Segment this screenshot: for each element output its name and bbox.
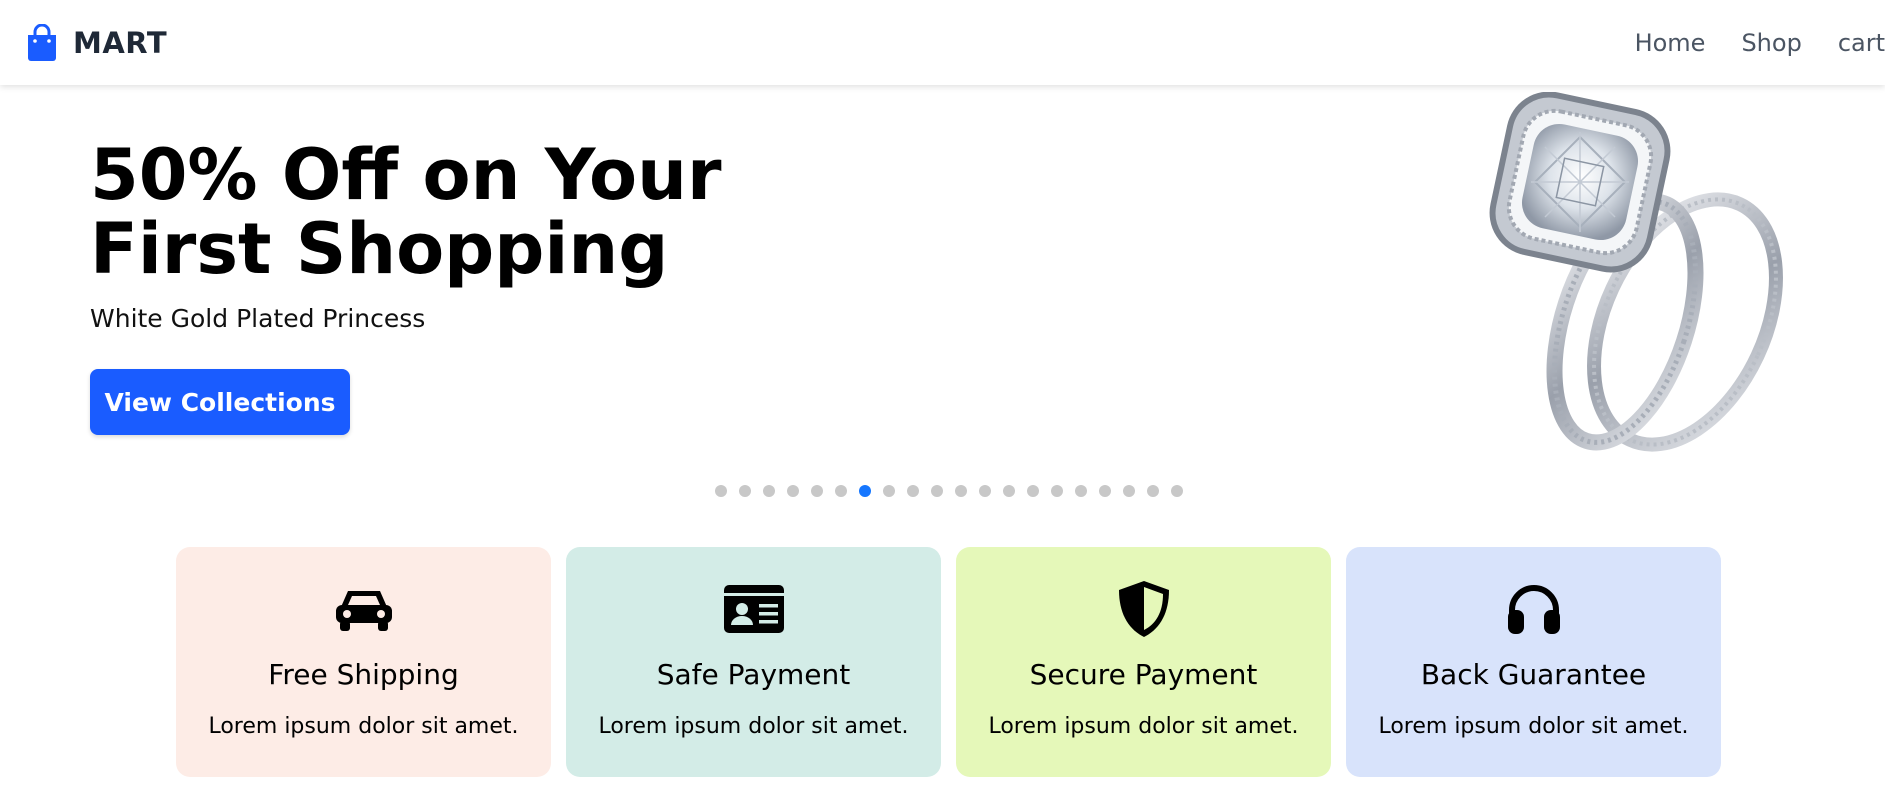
carousel-dot[interactable]	[715, 485, 727, 497]
feature-title: Back Guarantee	[1420, 658, 1647, 691]
carousel-dot[interactable]	[787, 485, 799, 497]
feature-text: Lorem ipsum dolor sit amet.	[598, 714, 909, 739]
feature-title: Secure Payment	[1029, 658, 1258, 691]
nav-home-link[interactable]: Home	[1635, 29, 1706, 57]
carousel-dot[interactable]	[1099, 485, 1111, 497]
features-section: Free Shipping Lorem ipsum dolor sit amet…	[176, 547, 1722, 777]
carousel-dot[interactable]	[1171, 485, 1183, 497]
shopping-bag-icon	[28, 23, 56, 61]
main-nav: Home Shop cart	[1635, 0, 1885, 85]
carousel-dot[interactable]	[739, 485, 751, 497]
headphones-icon	[1502, 582, 1566, 636]
hero-title-line2: First Shopping	[90, 208, 669, 290]
view-collections-button[interactable]: View Collections	[90, 369, 350, 435]
feature-card-free-shipping: Free Shipping Lorem ipsum dolor sit amet…	[176, 547, 551, 777]
carousel-dot[interactable]	[1075, 485, 1087, 497]
nav-shop-link[interactable]: Shop	[1741, 29, 1801, 57]
nav-cart-link[interactable]: cart	[1838, 29, 1885, 57]
carousel-dot[interactable]	[763, 485, 775, 497]
feature-card-safe-payment: Safe Payment Lorem ipsum dolor sit amet.	[566, 547, 941, 777]
site-header: MART Home Shop cart	[0, 0, 1885, 85]
carousel-dot[interactable]	[1051, 485, 1063, 497]
hero-subtitle: White Gold Plated Princess	[90, 304, 426, 333]
carousel-dot[interactable]	[907, 485, 919, 497]
feature-text: Lorem ipsum dolor sit amet.	[1378, 714, 1689, 739]
id-card-icon	[722, 582, 786, 636]
feature-card-secure-payment: Secure Payment Lorem ipsum dolor sit ame…	[956, 547, 1331, 777]
carousel-dot[interactable]	[1147, 485, 1159, 497]
brand-logo[interactable]: MART	[25, 23, 168, 62]
carousel-dots	[715, 484, 1183, 498]
carousel-dot[interactable]	[835, 485, 847, 497]
feature-text: Lorem ipsum dolor sit amet.	[208, 714, 519, 739]
feature-title: Free Shipping	[268, 658, 459, 691]
carousel-dot[interactable]	[979, 485, 991, 497]
car-icon	[332, 582, 396, 636]
hero-title: 50% Off on Your First Shopping	[90, 138, 790, 286]
carousel-dot[interactable]	[1027, 485, 1039, 497]
feature-title: Safe Payment	[656, 658, 851, 691]
carousel-dot[interactable]	[811, 485, 823, 497]
carousel-dot[interactable]	[883, 485, 895, 497]
feature-text: Lorem ipsum dolor sit amet.	[988, 714, 1299, 739]
hero-title-line1: 50% Off on Your	[90, 134, 722, 216]
shield-icon	[1112, 581, 1176, 637]
carousel-dot[interactable]	[1123, 485, 1135, 497]
carousel-dot[interactable]	[955, 485, 967, 497]
diamond-ring-image	[1489, 92, 1783, 452]
feature-card-back-guarantee: Back Guarantee Lorem ipsum dolor sit ame…	[1346, 547, 1721, 777]
brand-name: MART	[73, 25, 168, 60]
carousel-dot[interactable]	[931, 485, 943, 497]
carousel-dot-active[interactable]	[859, 485, 871, 497]
carousel-dot[interactable]	[1003, 485, 1015, 497]
